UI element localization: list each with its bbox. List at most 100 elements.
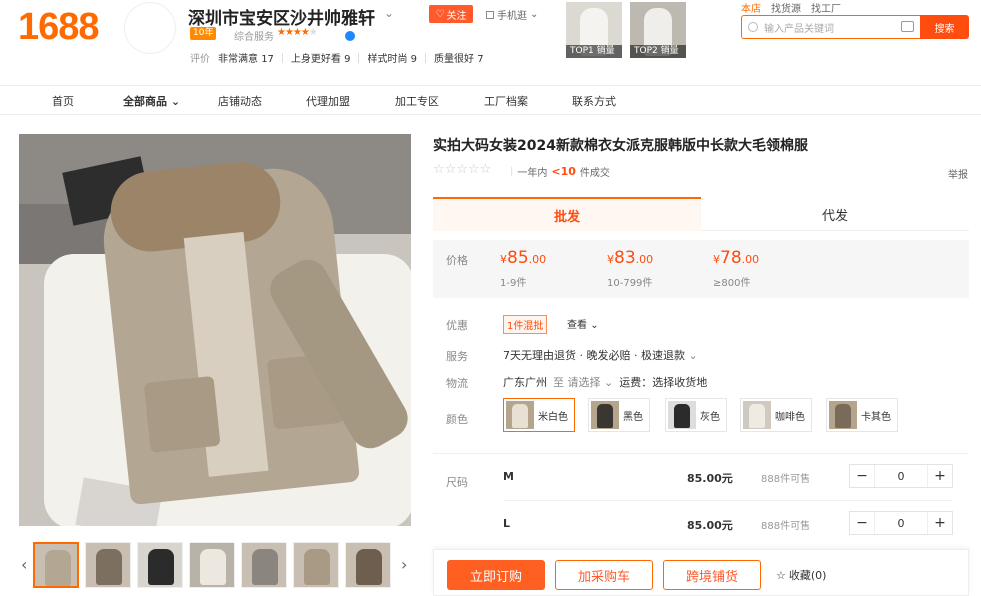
favorite-label: 收藏(0) (788, 569, 827, 582)
search-input[interactable]: 输入产品关键词 (741, 15, 921, 39)
quantity-stepper: − 0 + (849, 511, 953, 535)
mobile-browse-link[interactable]: 手机逛 ⌄ (486, 7, 538, 22)
service-score-label: 综合服务 (234, 32, 274, 43)
color-name: 灰色 (700, 411, 720, 423)
size-stock: 888件可售 (761, 474, 811, 485)
shop-name[interactable]: 深圳市宝安区沙井帅雅轩 (188, 4, 375, 29)
color-option[interactable]: 米白色 (503, 398, 575, 432)
coat-pocket (143, 375, 221, 453)
rating-tag[interactable]: 质量很好 7 (434, 50, 484, 65)
color-name: 卡其色 (861, 411, 891, 423)
years-badge: 10年 (190, 27, 217, 40)
price-tier: ¥78.00 ≥800件 (713, 248, 760, 289)
camera-icon[interactable] (901, 21, 914, 32)
buy-now-button[interactable]: 立即订购 (447, 560, 545, 590)
purchase-tabs: 批发 代发 (433, 197, 969, 231)
ship-from: 广东广州 (503, 376, 547, 389)
plus-icon[interactable]: + (928, 465, 952, 487)
color-option[interactable]: 黑色 (588, 398, 650, 432)
favorite-button[interactable]: ☆ 收藏(0) (776, 567, 826, 583)
service-stars: ★★★★★ (277, 27, 318, 38)
logistics-info: 广东广州 至 请选择 ⌄ 运费：选择收货地 (503, 374, 707, 390)
size-price: 85.00元 (687, 472, 733, 485)
quantity-input[interactable]: 0 (874, 465, 928, 487)
heart-icon: ♡ (435, 8, 445, 20)
site-logo[interactable]: 1688 (18, 6, 100, 49)
nav-contact[interactable]: 联系方式 (572, 93, 616, 109)
size-row: L 85.00元 888件可售 − 0 + (503, 511, 953, 539)
thumbnail[interactable] (345, 542, 391, 588)
nav-factory[interactable]: 工厂档案 (484, 93, 528, 109)
thumbnail[interactable] (85, 542, 131, 588)
nav-agent[interactable]: 代理加盟 (306, 93, 350, 109)
price-tier: ¥85.00 1-9件 (500, 248, 547, 289)
price-range: 10-799件 (607, 278, 653, 289)
shop-avatar[interactable] (124, 2, 176, 54)
divider (425, 52, 427, 63)
rating-tags: 评价 非常满意 17 上身更好看 9 样式时尚 9 质量很好 7 (190, 50, 484, 65)
tab-wholesale[interactable]: 批发 (433, 197, 701, 231)
thumbnail[interactable] (137, 542, 183, 588)
sales-suffix: 件成交 (579, 168, 610, 179)
rating-tag[interactable]: 样式时尚 9 (367, 50, 417, 65)
service-guarantees[interactable]: 7天无理由退货 · 晚发必赔 · 极速退款 ⌄ (503, 347, 698, 363)
promo-view-dropdown[interactable]: 查看 ⌄ (567, 316, 599, 331)
nav-all-products[interactable]: 全部商品 ⌄ (123, 93, 180, 109)
chevron-left-icon[interactable]: ‹ (21, 555, 27, 574)
search-placeholder: 输入产品关键词 (764, 23, 834, 35)
review-stars: ☆☆☆☆☆ (433, 162, 492, 177)
ship-to-select[interactable]: 至 请选择 ⌄ (553, 374, 613, 390)
size-name: L (503, 517, 511, 530)
price-range: ≥800件 (713, 278, 751, 289)
top-product-thumb[interactable]: TOP1 销量 (566, 2, 622, 58)
search-icon (748, 22, 758, 32)
mobile-label: 手机逛 (497, 11, 527, 22)
thumbnail[interactable] (293, 542, 339, 588)
verified-icon (345, 31, 355, 41)
color-name: 咖啡色 (775, 411, 805, 423)
rating-tag[interactable]: 非常满意 17 (218, 50, 274, 65)
color-option[interactable]: 卡其色 (826, 398, 898, 432)
chevron-down-icon[interactable]: ⌄ (384, 6, 394, 20)
thumbnail[interactable] (241, 542, 287, 588)
thumbnail[interactable] (33, 542, 79, 588)
sales-summary: | 一年内 <10 件成交 (510, 165, 610, 179)
minus-icon[interactable]: − (850, 465, 874, 487)
color-option[interactable]: 咖啡色 (740, 398, 812, 432)
rating-tag[interactable]: 上身更好看 9 (291, 50, 351, 65)
search-tab-factory[interactable]: 找工厂 (811, 0, 841, 15)
report-link[interactable]: 举报 (948, 166, 968, 181)
add-cart-button[interactable]: 加采购车 (555, 560, 653, 590)
nav-home[interactable]: 首页 (52, 93, 74, 109)
cross-border-button[interactable]: 跨境铺货 (663, 560, 761, 590)
search-button[interactable]: 搜索 (920, 15, 969, 39)
top-product-thumb[interactable]: TOP2 销量 (630, 2, 686, 58)
plus-icon[interactable]: + (928, 512, 952, 534)
minus-icon[interactable]: − (850, 512, 874, 534)
sales-prefix: 一年内 (517, 168, 548, 179)
search-tab-source[interactable]: 找货源 (771, 0, 801, 15)
tab-dropship[interactable]: 代发 (701, 197, 969, 231)
nav-shop-news[interactable]: 店铺动态 (218, 93, 262, 109)
quantity-stepper: − 0 + (849, 464, 953, 488)
search-scope-tabs: 本店 找货源 找工厂 (741, 0, 841, 15)
star-icon: ☆ (776, 568, 786, 582)
chevron-down-icon: ⌄ (688, 349, 698, 362)
divider (281, 52, 283, 63)
quantity-input[interactable]: 0 (874, 512, 928, 534)
color-name: 黑色 (623, 411, 643, 423)
nav-processing[interactable]: 加工专区 (395, 93, 439, 109)
color-option[interactable]: 灰色 (665, 398, 727, 432)
top-product-tag: TOP2 销量 (630, 45, 686, 58)
search-tab-shop[interactable]: 本店 (741, 0, 761, 15)
shop-nav: 首页 全部商品 ⌄ 店铺动态 代理加盟 加工专区 工厂档案 联系方式 (0, 85, 981, 115)
action-bar: 立即订购 加采购车 跨境铺货 ☆ 收藏(0) (433, 549, 969, 596)
sales-count: <10 (551, 165, 576, 178)
chevron-right-icon[interactable]: › (401, 555, 407, 574)
size-stock: 888件可售 (761, 521, 811, 532)
follow-button[interactable]: ♡ 关注 (429, 5, 473, 23)
shop-header: 1688 深圳市宝安区沙井帅雅轩 ⌄ ♡ 关注 手机逛 ⌄ 10年 综合服务 ★… (0, 0, 981, 84)
main-product-image[interactable] (19, 134, 411, 526)
chevron-down-icon: ⌄ (604, 376, 614, 389)
thumbnail[interactable] (189, 542, 235, 588)
